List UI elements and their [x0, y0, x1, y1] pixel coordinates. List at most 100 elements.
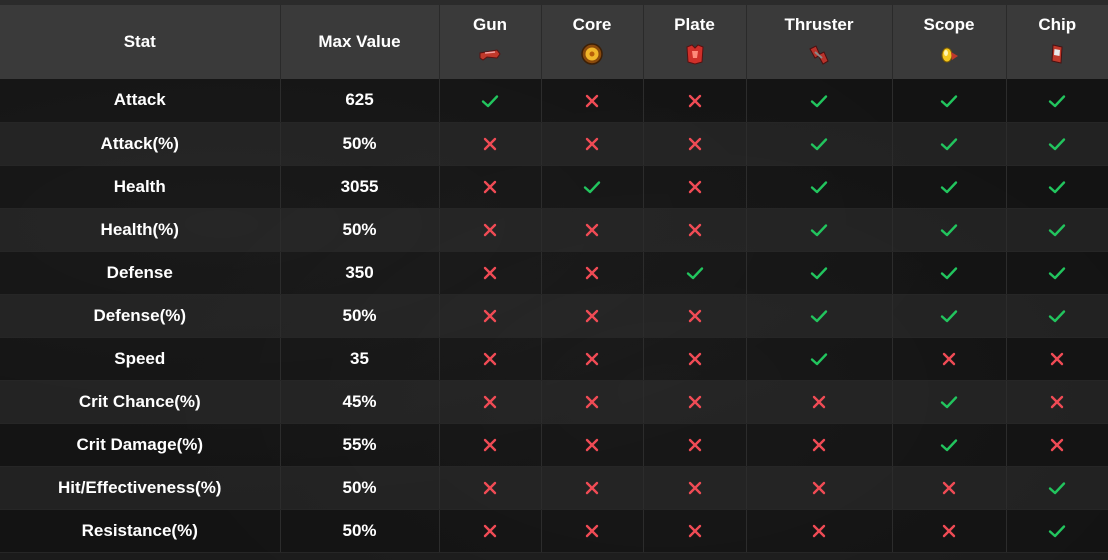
cross-icon — [585, 266, 599, 279]
table-row: Defense 350 — [0, 251, 1108, 295]
availability-cell-chip — [1006, 509, 1108, 553]
check-icon — [940, 439, 958, 451]
cross-icon — [483, 438, 497, 451]
cross-icon — [1051, 438, 1064, 451]
stat-availability-table: Stat Max Value Gun Core Plate Thruster S… — [0, 5, 1108, 553]
availability-cell-scope — [892, 294, 1007, 338]
header-gun-label: Gun — [473, 15, 507, 34]
cross-icon — [688, 309, 701, 322]
availability-cell-core — [541, 337, 644, 381]
header-chip: Chip — [1006, 5, 1108, 79]
check-icon — [481, 94, 499, 107]
header-core-label: Core — [572, 15, 612, 34]
table-row: Resistance(%) 50% — [0, 509, 1108, 553]
cross-icon — [585, 223, 599, 236]
availability-cell-plate — [643, 208, 747, 252]
cross-icon — [483, 309, 497, 322]
availability-cell-core — [541, 251, 644, 295]
stat-name-cell: Attack(%) — [0, 122, 281, 166]
cross-icon — [585, 481, 599, 494]
table-row: Attack 625 — [0, 79, 1108, 123]
availability-cell-thruster — [746, 165, 893, 209]
table-row: Health(%) 50% — [0, 208, 1108, 252]
cross-icon — [942, 481, 956, 494]
header-row: Stat Max Value Gun Core Plate Thruster S… — [0, 5, 1108, 79]
cross-icon — [688, 137, 701, 150]
table-row: Health 3055 — [0, 165, 1108, 209]
header-plate-label: Plate — [674, 15, 715, 34]
cross-icon — [942, 524, 956, 537]
header-scope-label: Scope — [923, 15, 975, 34]
plate-icon — [685, 44, 704, 65]
availability-cell-scope — [892, 251, 1007, 295]
stat-name-cell: Hit/Effectiveness(%) — [0, 466, 281, 510]
availability-cell-core — [541, 466, 644, 510]
cross-icon — [688, 94, 701, 107]
cross-icon — [1051, 395, 1064, 408]
availability-cell-gun — [439, 251, 542, 295]
header-thruster-label: Thruster — [784, 15, 854, 34]
availability-cell-chip — [1006, 208, 1108, 252]
check-icon — [810, 224, 828, 236]
check-icon — [810, 310, 828, 322]
cross-icon — [688, 180, 701, 193]
availability-cell-scope — [892, 165, 1007, 209]
header-scope: Scope — [892, 5, 1007, 79]
check-icon — [940, 94, 958, 107]
cross-icon — [812, 481, 826, 494]
max-value-cell: 50% — [280, 466, 440, 510]
availability-cell-scope — [892, 208, 1007, 252]
check-icon — [1049, 94, 1066, 107]
max-value-cell: 55% — [280, 423, 440, 467]
table-row: Defense(%) 50% — [0, 294, 1108, 338]
max-value-cell: 45% — [280, 380, 440, 424]
check-icon — [1049, 310, 1066, 322]
check-icon — [940, 224, 958, 236]
availability-cell-gun — [439, 79, 542, 123]
availability-cell-gun — [439, 122, 542, 166]
check-icon — [810, 267, 828, 279]
availability-cell-gun — [439, 380, 542, 424]
availability-cell-plate — [643, 122, 747, 166]
header-stat: Stat — [0, 5, 281, 79]
thruster-icon — [809, 45, 829, 65]
stat-name-cell: Attack — [0, 79, 281, 123]
availability-cell-gun — [439, 294, 542, 338]
availability-cell-thruster — [746, 208, 893, 252]
cross-icon — [483, 352, 497, 365]
gun-icon — [479, 49, 501, 61]
availability-cell-scope — [892, 122, 1007, 166]
check-icon — [1049, 138, 1066, 150]
availability-cell-core — [541, 294, 644, 338]
availability-cell-chip — [1006, 380, 1108, 424]
availability-cell-plate — [643, 466, 747, 510]
table-row: Attack(%) 50% — [0, 122, 1108, 166]
cross-icon — [812, 395, 826, 408]
stat-name-cell: Crit Damage(%) — [0, 423, 281, 467]
check-icon — [583, 181, 601, 193]
availability-cell-scope — [892, 79, 1007, 123]
availability-cell-plate — [643, 423, 747, 467]
cross-icon — [688, 481, 701, 494]
availability-cell-thruster — [746, 466, 893, 510]
availability-cell-chip — [1006, 165, 1108, 209]
check-icon — [940, 396, 958, 408]
availability-cell-thruster — [746, 509, 893, 553]
max-value-cell: 350 — [280, 251, 440, 295]
availability-cell-thruster — [746, 294, 893, 338]
max-value-cell: 625 — [280, 79, 440, 123]
availability-cell-thruster — [746, 251, 893, 295]
max-value-cell: 50% — [280, 294, 440, 338]
cross-icon — [1051, 352, 1064, 365]
cross-icon — [688, 524, 701, 537]
stat-name-cell: Health(%) — [0, 208, 281, 252]
cross-icon — [585, 438, 599, 451]
cross-icon — [585, 524, 599, 537]
stat-name-cell: Crit Chance(%) — [0, 380, 281, 424]
check-icon — [940, 138, 958, 150]
availability-cell-chip — [1006, 294, 1108, 338]
check-icon — [1049, 267, 1066, 279]
availability-cell-gun — [439, 509, 542, 553]
availability-cell-plate — [643, 337, 747, 381]
check-icon — [686, 267, 703, 279]
